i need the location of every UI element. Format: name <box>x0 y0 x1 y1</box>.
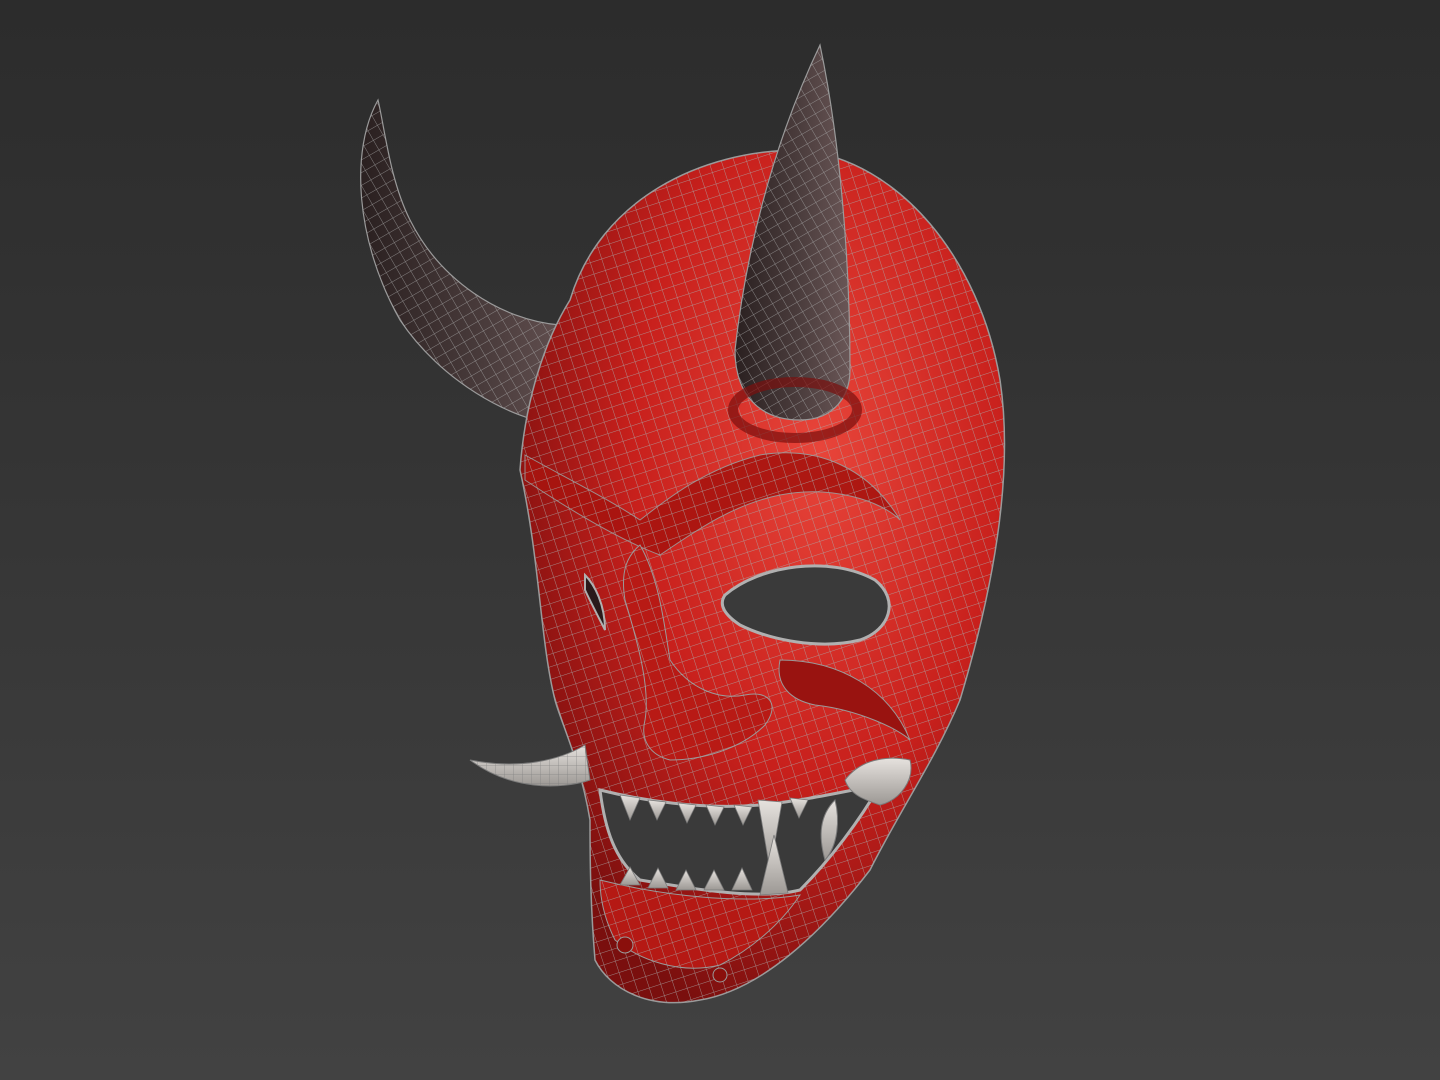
3d-viewport[interactable] <box>0 0 1440 1080</box>
oni-mask-model <box>360 43 1006 1004</box>
